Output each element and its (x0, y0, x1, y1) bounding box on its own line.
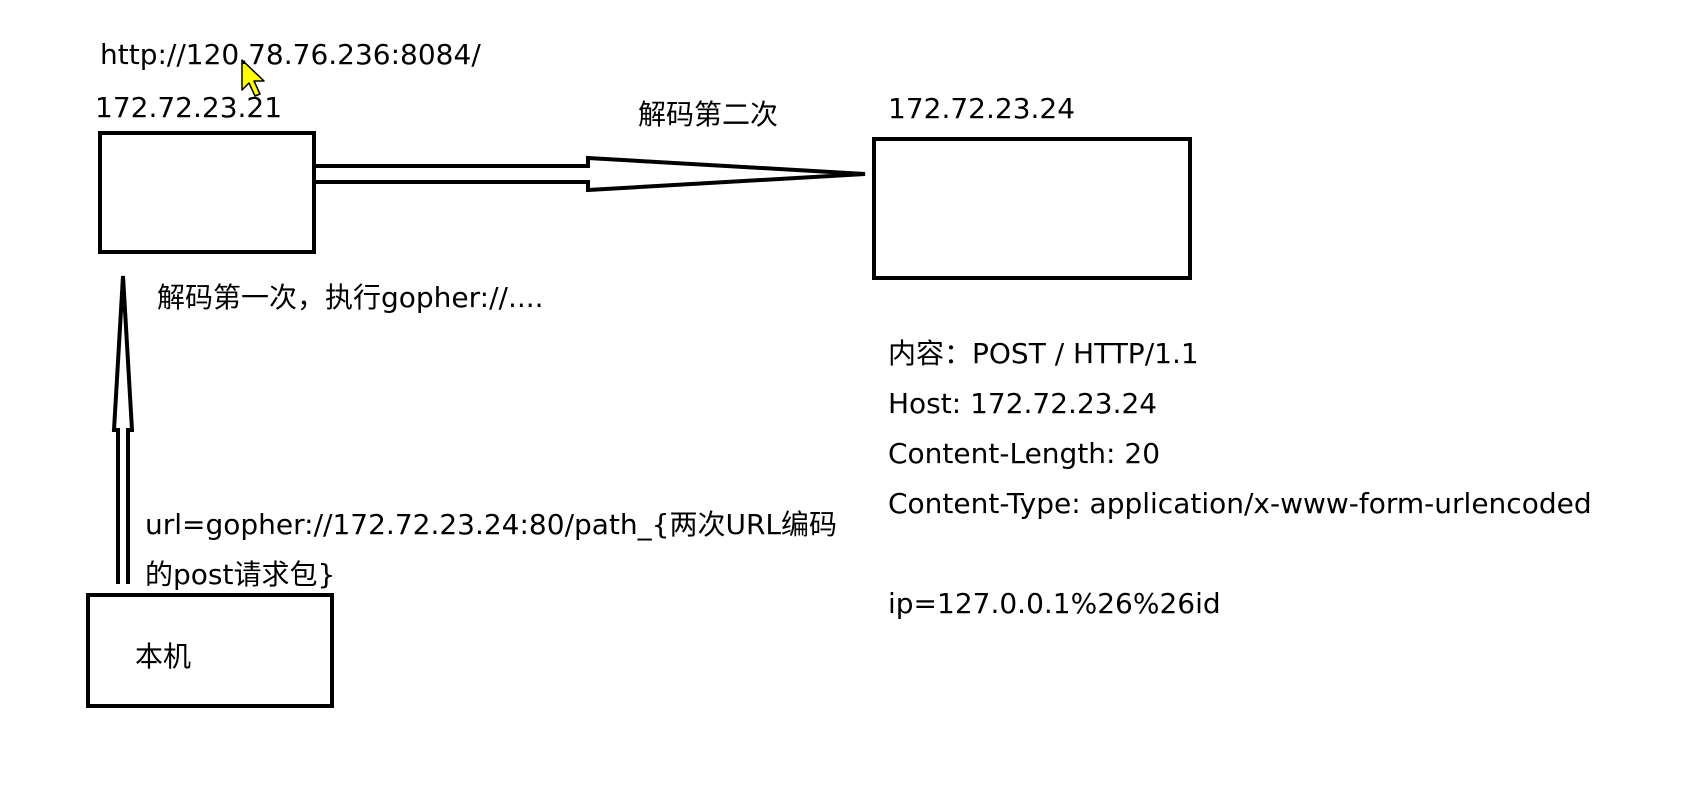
node-b-ip-label: 172.72.23.24 (888, 92, 1076, 125)
payload-line-5: ip=127.0.0.1%26%26id (888, 587, 1221, 620)
arrow-to-node-a (111, 275, 135, 584)
node-a-ip-label: 172.72.23.21 (95, 91, 283, 124)
arrow-to-node-b (312, 155, 866, 193)
payload-line-2: Host: 172.72.23.24 (888, 387, 1158, 420)
local-machine-label: 本机 (135, 640, 192, 673)
request-url-label-line2: 的post请求包} (145, 558, 336, 591)
top-url-label: http://120.78.76.236:8084/ (100, 38, 481, 71)
local-machine-box (86, 593, 334, 708)
second-decode-label: 解码第二次 (638, 98, 779, 131)
node-a-box (98, 131, 316, 254)
payload-line-4: Content-Type: application/x-www-form-url… (888, 487, 1592, 520)
diagram-canvas: http://120.78.76.236:8084/ 172.72.23.21 … (0, 0, 1693, 809)
payload-line-3: Content-Length: 20 (888, 437, 1161, 470)
payload-content-block: 内容：POST / HTTP/1.1 Host: 172.72.23.24 Co… (888, 329, 1592, 629)
request-url-label-line1: url=gopher://172.72.23.24:80/path_{两次URL… (145, 508, 838, 541)
payload-line-1: 内容：POST / HTTP/1.1 (888, 337, 1199, 370)
payload-blank-line (888, 529, 1592, 579)
first-decode-label: 解码第一次，执行gopher://.... (157, 281, 544, 314)
node-b-box (872, 137, 1192, 280)
